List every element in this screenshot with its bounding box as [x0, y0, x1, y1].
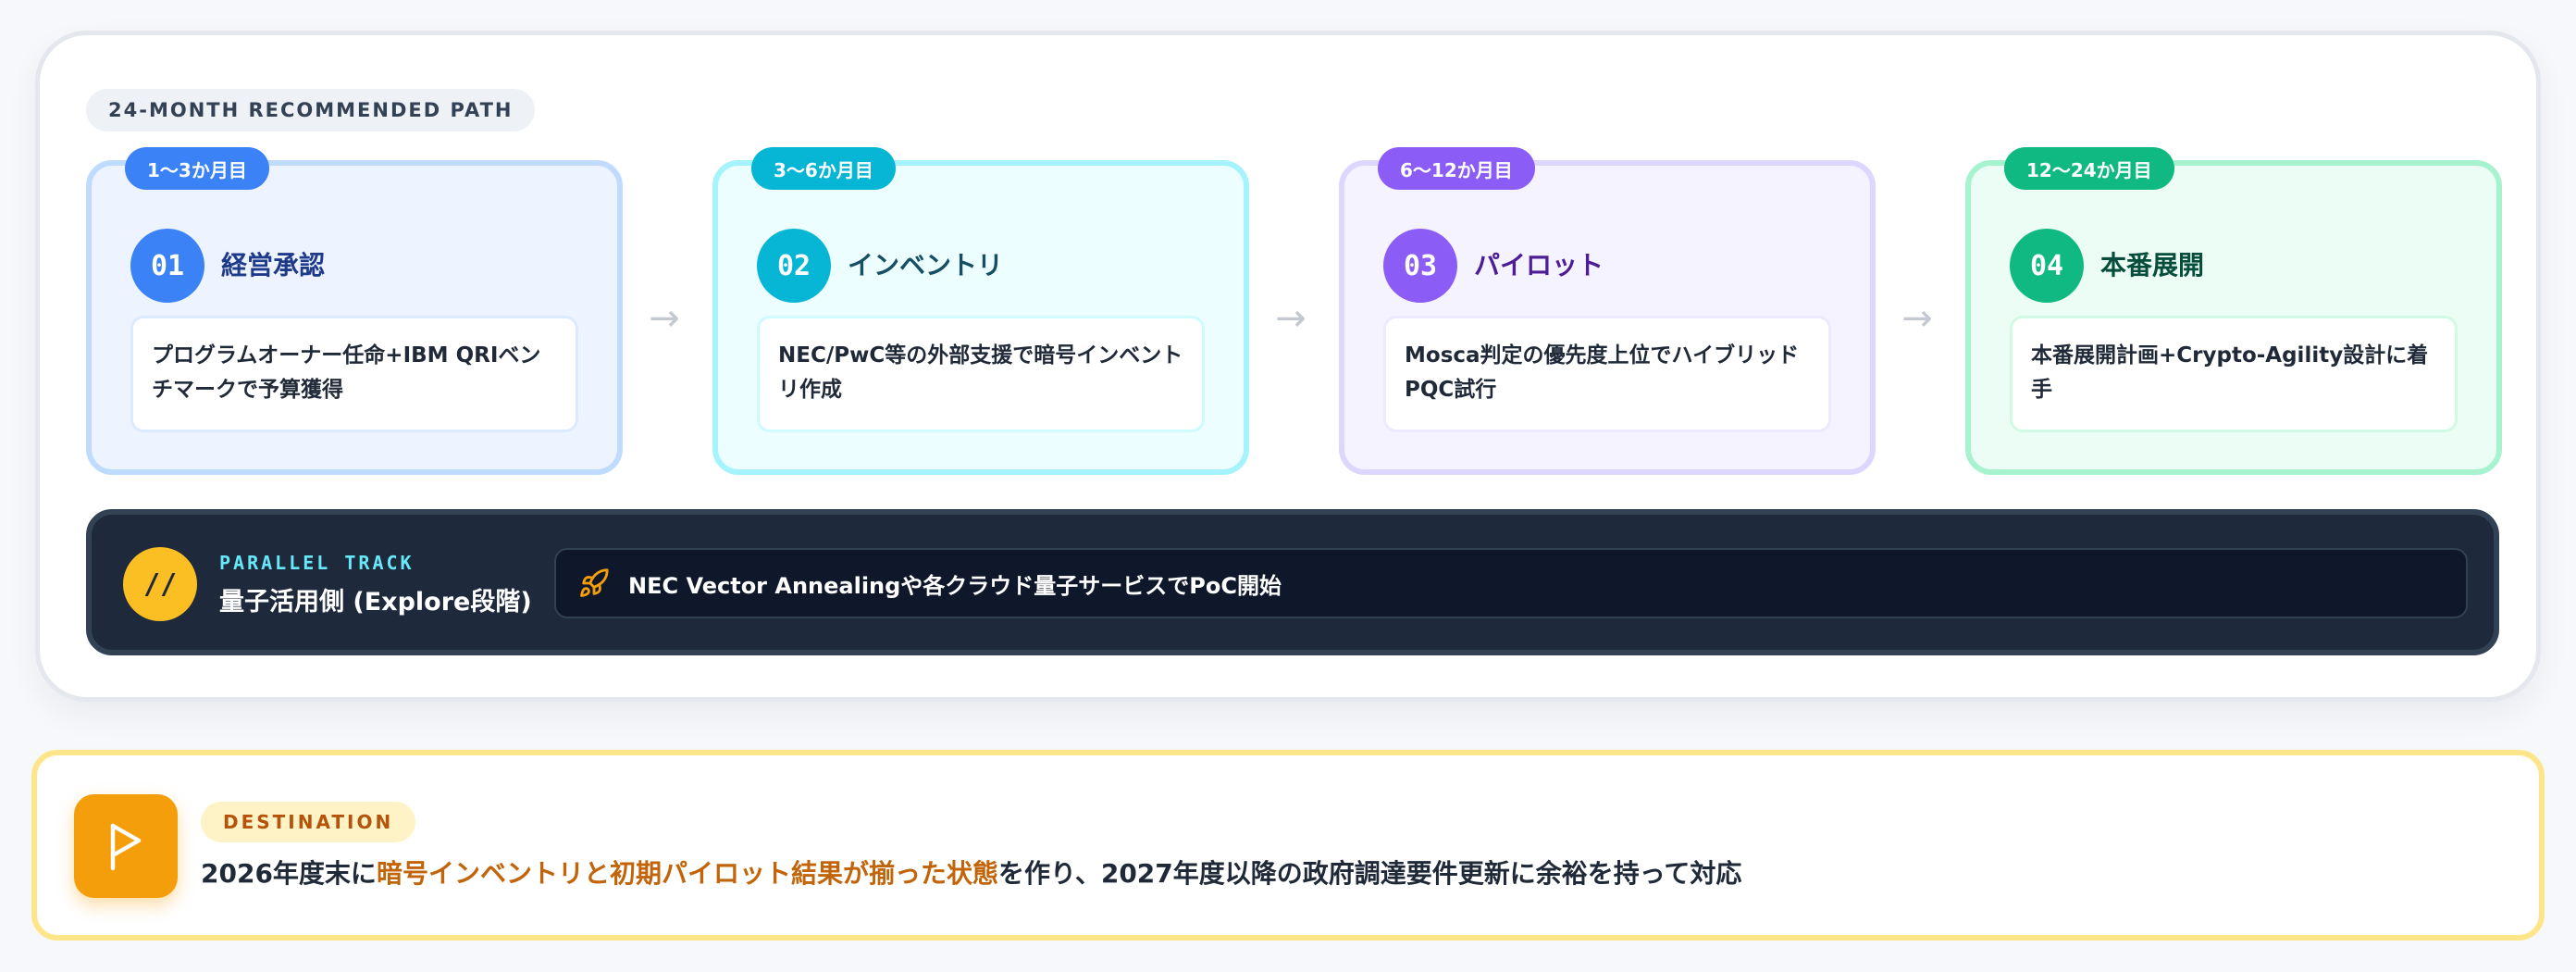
phase-number: 03	[1383, 229, 1457, 303]
arrow-icon: →	[649, 297, 680, 340]
roadmap-card: 24-MONTH RECOMMENDED PATH 1〜3か月目 01 経営承認…	[35, 31, 2541, 702]
parallel-track: // PARALLEL TRACK 量子活用側 (Explore段階) NEC …	[86, 509, 2499, 655]
phase-title: パイロット	[1474, 250, 1604, 280]
phase-title: 本番展開	[2100, 250, 2205, 280]
parallel-track-text: NEC Vector Annealingや各クラウド量子サービスでPoC開始	[628, 572, 1282, 599]
phase-period-tag: 12〜24か月目	[2004, 147, 2174, 190]
rocket-icon	[580, 568, 609, 597]
phase-card-2: 3〜6か月目 02 インベントリ NEC/PwC等の外部支援で暗号インベントリ作…	[712, 147, 1249, 475]
phase-title: インベントリ	[848, 250, 1004, 280]
phase-period-tag: 3〜6か月目	[751, 147, 896, 190]
phase-number: 04	[2010, 229, 2084, 303]
phase-number: 01	[130, 229, 204, 303]
destination-text-after: を作り、2027年度以降の政府調達要件更新に余裕を持って対応	[997, 858, 1742, 889]
parallel-icon: //	[123, 547, 197, 621]
parallel-track-label: PARALLEL TRACK	[219, 552, 415, 574]
arrow-icon: →	[1275, 297, 1307, 340]
flag-icon	[74, 794, 178, 898]
phase-period-tag: 1〜3か月目	[125, 147, 269, 190]
phase-period-tag: 6〜12か月目	[1378, 147, 1535, 190]
phase-number: 02	[757, 229, 831, 303]
phase-description: 本番展開計画+Crypto-Agility設計に着手	[2010, 316, 2458, 432]
phase-description: Mosca判定の優先度上位でハイブリッドPQC試行	[1383, 316, 1831, 432]
destination-text-highlight: 暗号インベントリと初期パイロット結果が揃った状態	[376, 858, 998, 889]
destination-text: 2026年度末に暗号インベントリと初期パイロット結果が揃った状態を作り、2027…	[201, 854, 1741, 891]
path-badge: 24-MONTH RECOMMENDED PATH	[86, 89, 536, 131]
destination-card: DESTINATION 2026年度末に暗号インベントリと初期パイロット結果が揃…	[31, 750, 2545, 941]
arrow-icon: →	[1901, 297, 1933, 340]
parallel-track-title: 量子活用側 (Explore段階)	[219, 588, 532, 617]
phase-card-1: 1〜3か月目 01 経営承認 プログラムオーナー任命+IBM QRIベンチマーク…	[86, 147, 623, 475]
phase-card-3: 6〜12か月目 03 パイロット Mosca判定の優先度上位でハイブリッドPQC…	[1339, 147, 1876, 475]
phase-description: NEC/PwC等の外部支援で暗号インベントリ作成	[757, 316, 1205, 432]
destination-text-before: 2026年度末に	[201, 858, 377, 889]
phase-title: 経営承認	[221, 250, 326, 280]
parallel-track-box: NEC Vector Annealingや各クラウド量子サービスでPoC開始	[554, 548, 2468, 618]
destination-badge: DESTINATION	[201, 802, 416, 842]
phase-description: プログラムオーナー任命+IBM QRIベンチマークで予算獲得	[130, 316, 578, 432]
phase-card-4: 12〜24か月目 04 本番展開 本番展開計画+Crypto-Agility設計…	[1965, 147, 2502, 475]
